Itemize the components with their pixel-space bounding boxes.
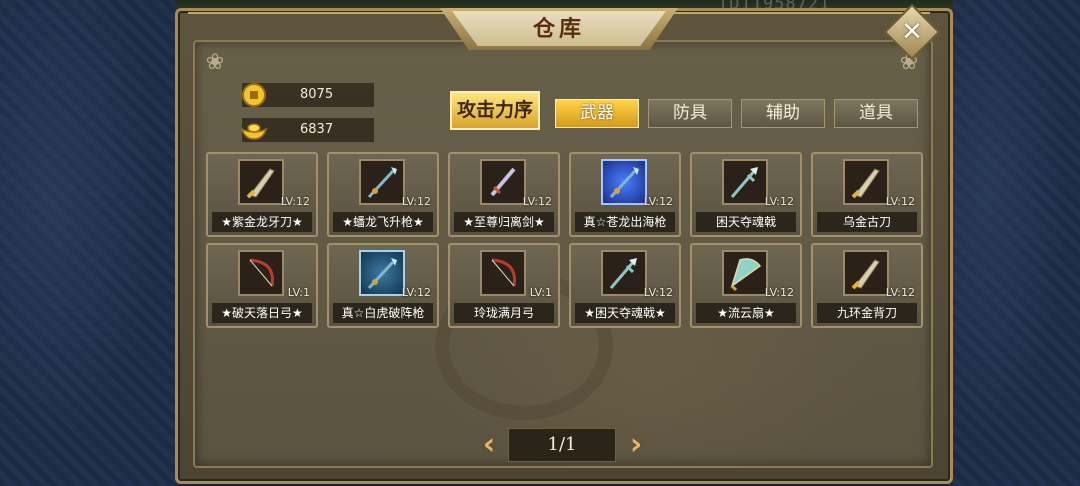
item-level: LV:12	[885, 195, 915, 208]
item-level: LV:12	[643, 195, 673, 208]
item-level: LV:1	[529, 286, 552, 299]
halberd-icon	[609, 258, 637, 289]
corner-ornament-icon: ❀	[205, 50, 225, 75]
item-name: 玲珑满月弓	[454, 303, 554, 323]
window-title: 仓库	[532, 16, 585, 42]
tab-accessories[interactable]: 辅助	[741, 99, 825, 128]
item-slot[interactable]	[238, 159, 284, 205]
item-card[interactable]: LV:12 ★流云扇★	[690, 243, 802, 328]
item-card[interactable]: LV:12 ★紫金龙牙刀★	[206, 152, 318, 237]
item-slot[interactable]	[601, 250, 647, 296]
title-ornament	[188, 12, 448, 28]
item-card[interactable]: LV:12 真☆白虎破阵枪	[327, 243, 439, 328]
item-slot[interactable]	[843, 159, 889, 205]
item-card[interactable]: LV:1 玲珑满月弓	[448, 243, 560, 328]
item-level: LV:12	[764, 195, 794, 208]
prev-page-icon[interactable]: ‹	[478, 428, 500, 462]
item-name: ★破天落日弓★	[212, 303, 312, 323]
next-page-icon[interactable]: ›	[625, 428, 647, 462]
tab-items[interactable]: 道具	[834, 99, 918, 128]
item-slot[interactable]	[722, 250, 768, 296]
item-name: ★蟠龙飞升枪★	[333, 212, 433, 232]
item-card[interactable]: LV:12 ★蟠龙飞升枪★	[327, 152, 439, 237]
gold-ingot-icon	[240, 123, 268, 140]
item-slot[interactable]	[480, 159, 526, 205]
item-slot[interactable]	[359, 250, 405, 296]
item-slot[interactable]	[843, 250, 889, 296]
item-card[interactable]: LV:12 九环金背刀	[811, 243, 923, 328]
gold-coin-row: 8075	[242, 83, 374, 107]
item-slot[interactable]	[238, 250, 284, 296]
item-level: LV:1	[287, 286, 310, 299]
item-name: 九环金背刀	[817, 303, 917, 323]
item-level: LV:12	[764, 286, 794, 299]
gold-ingot-value: 6837	[300, 122, 334, 137]
item-name: 困天夺魂戟	[696, 212, 796, 232]
close-icon[interactable]: ✕	[892, 12, 932, 52]
spear-icon	[367, 258, 397, 290]
item-card[interactable]: LV:12 困天夺魂戟	[690, 152, 802, 237]
item-card[interactable]: LV:12 乌金古刀	[811, 152, 923, 237]
item-slot[interactable]	[601, 159, 647, 205]
blade-icon	[851, 259, 880, 290]
item-card[interactable]: LV:12 ★至尊归离剑★	[448, 152, 560, 237]
halberd-icon	[730, 167, 758, 198]
item-card[interactable]: LV:12 真☆苍龙出海枪	[569, 152, 681, 237]
item-name: 乌金古刀	[817, 212, 917, 232]
item-level: LV:12	[401, 195, 431, 208]
tab-armor[interactable]: 防具	[648, 99, 732, 128]
bow-icon	[491, 258, 517, 287]
item-card[interactable]: LV:12 ★困天夺魂戟★	[569, 243, 681, 328]
fan-icon	[730, 258, 762, 292]
item-name: ★困天夺魂戟★	[575, 303, 675, 323]
item-name: ★紫金龙牙刀★	[212, 212, 312, 232]
page-indicator: 1/1	[508, 428, 616, 462]
sort-by-attack-button[interactable]: 攻击力序	[450, 91, 540, 130]
item-name: 真☆苍龙出海枪	[575, 212, 675, 232]
item-level: LV:12	[280, 195, 310, 208]
item-name: 真☆白虎破阵枪	[333, 303, 433, 323]
item-level: LV:12	[401, 286, 431, 299]
spear-icon	[609, 167, 639, 199]
blade-icon	[851, 168, 880, 199]
background-right	[948, 0, 1080, 486]
background-left	[0, 0, 178, 486]
item-card[interactable]: LV:1 ★破天落日弓★	[206, 243, 318, 328]
item-level: LV:12	[643, 286, 673, 299]
item-slot[interactable]	[359, 159, 405, 205]
tab-weapons[interactable]: 武器	[555, 99, 639, 128]
sword-icon	[490, 167, 516, 197]
item-name: ★至尊归离剑★	[454, 212, 554, 232]
blade-icon	[246, 168, 275, 199]
item-level: LV:12	[885, 286, 915, 299]
item-slot[interactable]	[480, 250, 526, 296]
spear-icon	[367, 167, 397, 199]
item-level: LV:12	[522, 195, 552, 208]
gold-coin-value: 8075	[300, 87, 334, 102]
gold-ingot-row: 6837	[240, 118, 374, 142]
gold-coin-icon	[242, 83, 266, 107]
item-name: ★流云扇★	[696, 303, 796, 323]
item-slot[interactable]	[722, 159, 768, 205]
bow-icon	[249, 258, 275, 287]
